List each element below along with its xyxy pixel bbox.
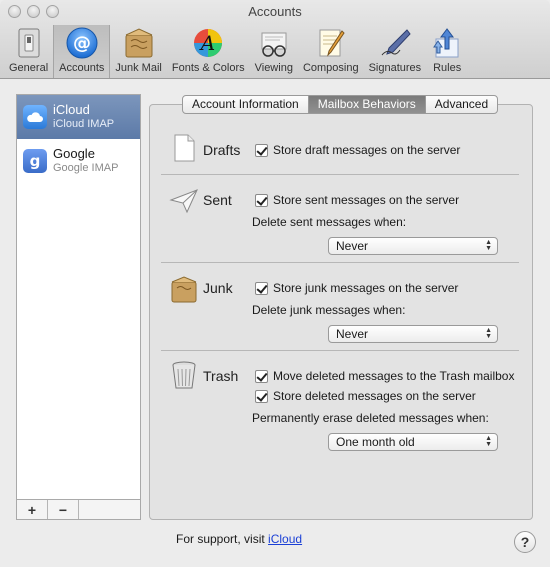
erase-deleted-label: Permanently erase deleted messages when:	[252, 411, 489, 425]
account-name: iCloud	[53, 102, 90, 117]
account-item-icloud[interactable]: iCloud iCloud IMAP	[17, 95, 140, 139]
delete-sent-label: Delete sent messages when:	[252, 215, 407, 229]
junk-mail-box-icon	[125, 28, 153, 58]
delete-junk-popup[interactable]: Never ▲ ▼	[328, 325, 498, 343]
support-label: For support, visit	[176, 532, 265, 546]
toolbar-signatures[interactable]: Signatures	[364, 25, 427, 78]
toolbar-signatures-label: Signatures	[368, 62, 422, 74]
delete-sent-popup[interactable]: Never ▲ ▼	[328, 237, 498, 255]
help-button[interactable]: ?	[514, 531, 536, 553]
toolbar-general-label: General	[9, 62, 49, 74]
trash-section: Trash Move deleted messages to the Trash…	[165, 358, 519, 458]
at-sign-icon: @	[66, 27, 98, 59]
trash-label: Trash	[203, 368, 239, 384]
settings-tabs: Account Information Mailbox Behaviors Ad…	[182, 95, 499, 114]
move-to-trash-checkbox[interactable]	[255, 369, 268, 383]
move-to-trash-label: Move deleted messages to the Trash mailb…	[273, 369, 515, 383]
toolbar-general[interactable]: General	[4, 25, 53, 78]
updown-arrows-icon: ▲ ▼	[485, 435, 492, 448]
store-drafts-checkbox[interactable]	[255, 143, 268, 157]
store-deleted-checkbox-row[interactable]: Store deleted messages on the server	[255, 389, 476, 403]
toolbar-composing[interactable]: Composing	[298, 25, 364, 78]
updown-arrows-icon: ▲ ▼	[485, 239, 492, 252]
notepad-pen-icon	[319, 29, 345, 57]
svg-text:@: @	[73, 33, 91, 54]
toolbar-fonts-colors[interactable]: A Fonts & Colors	[167, 25, 250, 78]
toolbar-viewing-label: Viewing	[254, 62, 293, 74]
account-type: Google IMAP	[53, 162, 119, 174]
trash-can-icon	[172, 361, 196, 389]
divider	[161, 174, 519, 175]
account-name: Google	[53, 146, 95, 161]
store-junk-label: Store junk messages on the server	[273, 281, 459, 295]
tab-mailbox-behaviors[interactable]: Mailbox Behaviors	[308, 96, 426, 113]
toolbar-rules-label: Rules	[433, 62, 462, 74]
sent-label: Sent	[203, 192, 232, 208]
cloud-icon	[23, 105, 47, 129]
junk-label: Junk	[203, 280, 233, 296]
store-sent-label: Store sent messages on the server	[273, 193, 460, 207]
toolbar-junk-mail-label: Junk Mail	[115, 62, 162, 74]
divider	[161, 350, 519, 351]
junk-section: Junk Store junk messages on the server D…	[165, 270, 519, 348]
paper-plane-icon	[169, 189, 198, 214]
delete-sent-value: Never	[336, 239, 369, 253]
drafts-document-icon	[174, 134, 195, 162]
support-text: For support, visit iCloud	[176, 532, 302, 546]
store-deleted-label: Store deleted messages on the server	[273, 389, 476, 403]
drafts-section: Drafts Store draft messages on the serve…	[165, 132, 519, 172]
support-link[interactable]: iCloud	[268, 532, 302, 546]
fountain-pen-icon	[381, 29, 411, 56]
store-deleted-checkbox[interactable]	[255, 389, 268, 403]
account-list-buttons: + −	[16, 500, 141, 520]
move-to-trash-checkbox-row[interactable]: Move deleted messages to the Trash mailb…	[255, 369, 514, 383]
erase-deleted-popup[interactable]: One month old ▲ ▼	[328, 433, 498, 451]
delete-junk-value: Never	[336, 327, 369, 341]
store-sent-checkbox[interactable]	[255, 193, 268, 207]
google-g-icon: g	[23, 149, 47, 173]
account-item-google[interactable]: g Google Google IMAP	[17, 139, 140, 183]
toolbar-viewing[interactable]: Viewing	[250, 25, 298, 78]
updown-arrows-icon: ▲ ▼	[485, 327, 492, 340]
add-account-button[interactable]: +	[17, 500, 48, 519]
accounts-list: iCloud iCloud IMAP g Google Google IMAP	[16, 94, 141, 500]
window-title: Accounts	[248, 4, 302, 19]
store-junk-checkbox-row[interactable]: Store junk messages on the server	[255, 281, 458, 295]
tab-advanced[interactable]: Advanced	[426, 96, 497, 113]
junk-box-icon	[171, 276, 197, 303]
store-drafts-label: Store draft messages on the server	[273, 143, 461, 157]
delete-junk-label: Delete junk messages when:	[252, 303, 406, 317]
glasses-icon	[261, 32, 287, 57]
tab-account-information[interactable]: Account Information	[183, 96, 309, 113]
toolbar-accounts-label: Accounts	[59, 62, 105, 74]
remove-account-button[interactable]: −	[48, 500, 79, 519]
toolbar-rules[interactable]: Rules	[426, 25, 468, 78]
drafts-label: Drafts	[203, 142, 241, 158]
erase-deleted-value: One month old	[336, 435, 415, 449]
fonts-colors-icon: A	[194, 29, 223, 57]
store-drafts-checkbox-row[interactable]: Store draft messages on the server	[255, 143, 460, 157]
toolbar-fonts-colors-label: Fonts & Colors	[171, 62, 245, 74]
rules-arrows-icon	[433, 28, 459, 58]
account-type: iCloud IMAP	[53, 118, 115, 130]
light-switch-icon	[18, 28, 40, 58]
toolbar-junk-mail[interactable]: Junk Mail	[110, 25, 166, 78]
sent-section: Sent Store sent messages on the server D…	[165, 182, 519, 260]
toolbar-accounts[interactable]: @ Accounts	[53, 25, 111, 78]
titlebar-toolbar: Accounts General @ Accounts Junk Mail A …	[0, 0, 550, 79]
store-sent-checkbox-row[interactable]: Store sent messages on the server	[255, 193, 459, 207]
store-junk-checkbox[interactable]	[255, 281, 268, 295]
divider	[161, 262, 519, 263]
svg-text:A: A	[199, 31, 215, 55]
toolbar-composing-label: Composing	[302, 62, 359, 74]
accounts-preferences-window: Accounts General @ Accounts Junk Mail A …	[0, 0, 550, 567]
preferences-toolbar: General @ Accounts Junk Mail A Fonts & C…	[4, 25, 468, 78]
